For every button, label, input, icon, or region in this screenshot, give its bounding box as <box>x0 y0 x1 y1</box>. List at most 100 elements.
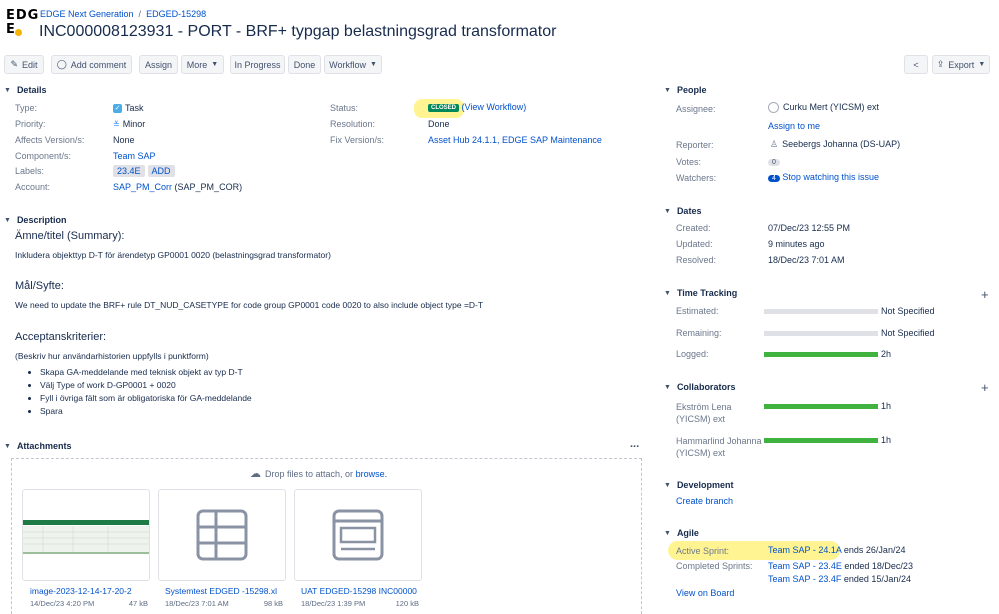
dates-section-toggle[interactable]: ▼ Dates <box>664 206 701 216</box>
assign-label: Assign <box>145 59 173 70</box>
watchers-value: 4 Stop watching this issue <box>768 172 879 182</box>
add-collaborator-icon[interactable]: + <box>981 380 989 395</box>
create-branch-link[interactable]: Create branch <box>676 496 733 506</box>
collapse-triangle-icon: ▼ <box>664 383 671 391</box>
collaborators-section-toggle[interactable]: ▼ Collaborators <box>664 382 735 392</box>
status-badge: CLOSED <box>428 103 460 112</box>
cloud-upload-icon: ☁ <box>250 468 261 480</box>
view-workflow-link[interactable]: (View Workflow) <box>462 102 527 112</box>
votes-label: Votes: <box>676 157 702 167</box>
attachment-date: 14/Dec/23 4:20 PM <box>30 599 95 608</box>
attachment-size: 47 kB <box>128 599 148 608</box>
breadcrumb-project-link[interactable]: EDGE Next Generation <box>40 9 134 19</box>
document-file-icon <box>332 509 384 561</box>
resolution-value: Done <box>428 119 450 129</box>
completed-sprint-link[interactable]: Team SAP - 23.4F <box>768 574 841 584</box>
list-item: Fyll i övriga fält som är obligatoriska … <box>40 392 252 405</box>
active-sprint-link[interactable]: Team SAP - 24.1A <box>768 545 841 555</box>
view-on-board-link[interactable]: View on Board <box>676 588 734 598</box>
development-section-toggle[interactable]: ▼ Development <box>664 480 733 490</box>
attachment-thumbnail[interactable] <box>22 489 150 581</box>
collaborator-bar <box>764 404 878 409</box>
status-value: CLOSED (View Workflow) <box>428 102 526 112</box>
components-label: Component/s: <box>15 151 72 161</box>
logged-value: 2h <box>881 349 892 359</box>
attachment-size: 120 kB <box>395 599 419 608</box>
active-sprint-value: Team SAP - 24.1A ends 26/Jan/24 <box>768 545 905 555</box>
completed-sprint-link[interactable]: Team SAP - 23.4E <box>768 561 842 571</box>
spreadsheet-preview-image <box>23 520 149 554</box>
assign-to-me-link[interactable]: Assign to me <box>768 121 820 131</box>
add-comment-button[interactable]: ◯ Add comment <box>51 55 132 74</box>
attachment-meta: 18/Dec/23 1:39 PM 120 kB <box>301 599 419 608</box>
account-value: SAP_PM_Corr (SAP_PM_COR) <box>113 182 242 192</box>
assign-button[interactable]: Assign <box>139 55 178 74</box>
type-value: ✓ Task <box>113 103 144 114</box>
collapse-triangle-icon: ▼ <box>664 529 671 537</box>
attachment-thumbnail[interactable] <box>158 489 286 581</box>
fix-version-link[interactable]: Asset Hub 24.1.1, EDGE SAP Maintenance <box>428 135 602 145</box>
agile-section-toggle[interactable]: ▼ Agile <box>664 528 699 538</box>
list-item: Skapa GA-meddelande med teknisk objekt a… <box>40 366 252 379</box>
edit-button[interactable]: ✎ Edit <box>4 55 44 74</box>
collaborator-name-line2: (YICSM) ext <box>676 448 726 458</box>
attachment-name-link[interactable]: UAT EDGED-15298 INC00000 <box>301 586 419 596</box>
created-value: 07/Dec/23 12:55 PM <box>768 223 851 233</box>
export-button[interactable]: ⇪ Export ▼ <box>932 55 990 74</box>
account-link[interactable]: SAP_PM_Corr <box>113 182 172 192</box>
reporter-label: Reporter: <box>676 140 714 150</box>
edge-logo[interactable]: EDG E <box>6 8 38 38</box>
created-label: Created: <box>676 223 711 233</box>
assignee-value[interactable]: Curku Mert (YICSM) ext <box>768 102 879 114</box>
votes-value[interactable]: 0 <box>768 156 780 166</box>
resolved-value: 18/Dec/23 7:01 AM <box>768 255 845 265</box>
done-label: Done <box>293 59 316 70</box>
workflow-button[interactable]: Workflow ▼ <box>324 55 382 74</box>
reporter-value[interactable]: ♙ Seebergs Johanna (DS-UAP) <box>770 139 900 150</box>
type-label: Type: <box>15 103 38 113</box>
attachments-more-icon[interactable]: ... <box>630 438 639 450</box>
collaborator-name: Ekström Lena (YICSM) ext <box>676 401 732 425</box>
account-label: Account: <box>15 182 51 192</box>
updated-value: 9 minutes ago <box>768 239 825 249</box>
add-time-icon[interactable]: + <box>981 287 989 302</box>
collapse-triangle-icon: ▼ <box>664 86 671 94</box>
workflow-label: Workflow <box>329 59 366 70</box>
status-label: Status: <box>330 103 359 113</box>
people-heading: People <box>676 85 707 95</box>
description-section-toggle[interactable]: ▼ Description <box>4 215 66 225</box>
people-section-toggle[interactable]: ▼ People <box>664 85 706 95</box>
attachment-thumbnail[interactable] <box>294 489 422 581</box>
list-item: Välj Type of work D-GP0001 + 0020 <box>40 379 252 392</box>
details-section-toggle[interactable]: ▼ Details <box>4 85 46 95</box>
collapse-triangle-icon: ▼ <box>664 481 671 489</box>
stop-watching-link[interactable]: Stop watching this issue <box>782 172 879 182</box>
share-icon: < <box>913 59 919 70</box>
components-link[interactable]: Team SAP <box>113 151 156 161</box>
browse-link[interactable]: browse. <box>356 469 388 479</box>
collapse-triangle-icon: ▼ <box>664 207 671 215</box>
attachments-section-toggle[interactable]: ▼ Attachments <box>4 441 71 451</box>
attachment-name-link[interactable]: image-2023-12-14-17-20-2 <box>30 586 148 596</box>
resolution-label: Resolution: <box>330 119 376 129</box>
watchers-count: 4 <box>768 175 780 182</box>
done-button[interactable]: Done <box>288 55 321 74</box>
logo-text-line1: EDG <box>6 8 40 23</box>
affects-version-value: None <box>113 135 135 145</box>
in-progress-button[interactable]: In Progress <box>230 55 285 74</box>
label-tag[interactable]: 23.4E <box>113 165 145 177</box>
account-extra: (SAP_PM_COR) <box>174 182 243 192</box>
time-tracking-section-toggle[interactable]: ▼ Time Tracking <box>664 288 737 298</box>
attachment-name-link[interactable]: Systemtest EDGED -15298.xl <box>165 586 283 596</box>
labels-label: Labels: <box>15 166 45 176</box>
attachment-meta: 14/Dec/23 4:20 PM 47 kB <box>30 599 148 608</box>
label-tag[interactable]: ADD <box>147 165 175 177</box>
comment-icon: ◯ <box>56 59 67 69</box>
attachments-heading: Attachments <box>16 441 72 451</box>
collaborator-bar-fill <box>764 404 878 409</box>
more-button[interactable]: More ▼ <box>181 55 224 74</box>
breadcrumb-issue-link[interactable]: EDGED-15298 <box>146 9 206 19</box>
chevron-down-icon: ▼ <box>211 61 219 68</box>
spreadsheet-file-icon <box>196 509 248 561</box>
share-button[interactable]: < <box>904 55 928 74</box>
